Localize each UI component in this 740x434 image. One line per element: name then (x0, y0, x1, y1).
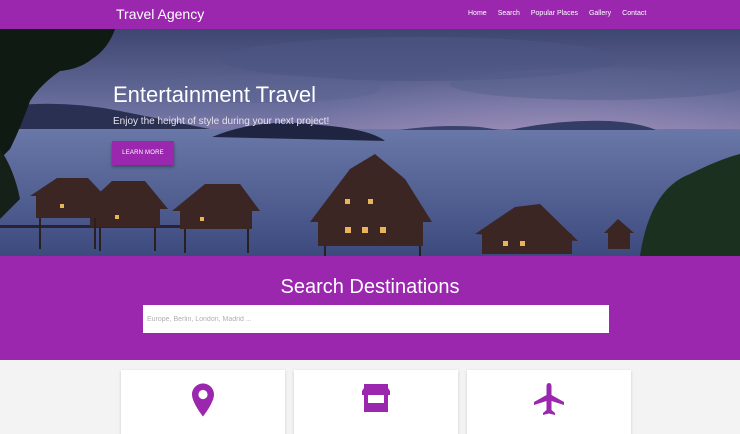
hero-subtitle: Enjoy the height of style during your ne… (113, 116, 330, 127)
nav-popular-places[interactable]: Popular Places (531, 10, 578, 17)
feature-card-store[interactable] (294, 370, 458, 434)
nav-menu: Home Search Popular Places Gallery Conta… (468, 10, 646, 17)
nav-gallery[interactable]: Gallery (589, 10, 611, 17)
nav-home[interactable]: Home (468, 10, 487, 17)
search-title: Search Destinations (280, 276, 460, 298)
nav-search[interactable]: Search (498, 10, 520, 17)
search-section: Search Destinations (0, 256, 740, 360)
feature-card-flights[interactable] (467, 370, 631, 434)
learn-more-button[interactable]: LEARN MORE (112, 141, 174, 165)
brand-logo[interactable]: Travel Agency (116, 6, 204, 22)
feature-card-location[interactable] (121, 370, 285, 434)
airplane-icon (534, 383, 564, 415)
store-icon (362, 384, 390, 412)
hero-section: Entertainment Travel Enjoy the height of… (0, 29, 740, 256)
location-pin-icon (192, 383, 214, 417)
navbar: Travel Agency Home Search Popular Places… (0, 0, 740, 29)
search-input[interactable] (143, 305, 609, 333)
nav-contact[interactable]: Contact (622, 10, 646, 17)
hero-title: Entertainment Travel (113, 82, 316, 107)
hero-background-image (0, 29, 740, 256)
